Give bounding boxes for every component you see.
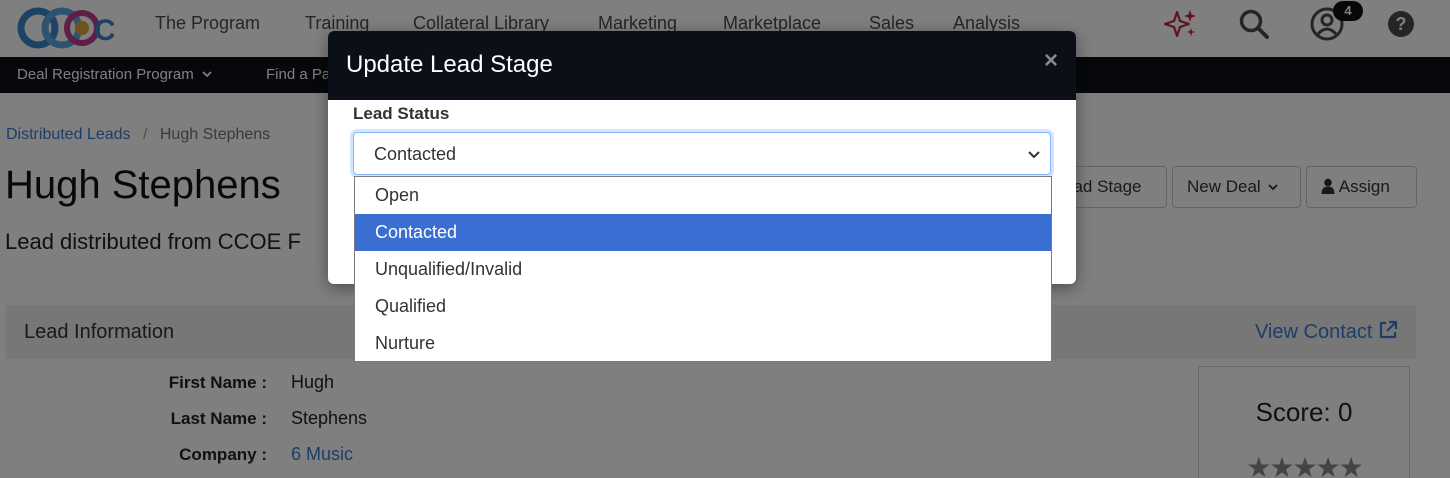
option-qualified[interactable]: Qualified bbox=[355, 288, 1051, 325]
chevron-down-icon bbox=[1028, 151, 1040, 159]
lead-status-select[interactable]: Contacted bbox=[353, 132, 1051, 175]
modal-header: Update Lead Stage × bbox=[328, 31, 1076, 100]
lead-status-label: Lead Status bbox=[353, 104, 450, 123]
option-open[interactable]: Open bbox=[355, 177, 1051, 214]
option-nurture[interactable]: Nurture bbox=[355, 325, 1051, 362]
option-contacted[interactable]: Contacted bbox=[355, 214, 1051, 251]
lead-status-selected-value: Contacted bbox=[374, 144, 457, 164]
close-icon[interactable]: × bbox=[1044, 47, 1058, 75]
modal-title: Update Lead Stage bbox=[346, 51, 553, 78]
option-unqualified-invalid[interactable]: Unqualified/Invalid bbox=[355, 251, 1051, 288]
lead-status-dropdown: Open Contacted Unqualified/Invalid Quali… bbox=[354, 176, 1052, 362]
